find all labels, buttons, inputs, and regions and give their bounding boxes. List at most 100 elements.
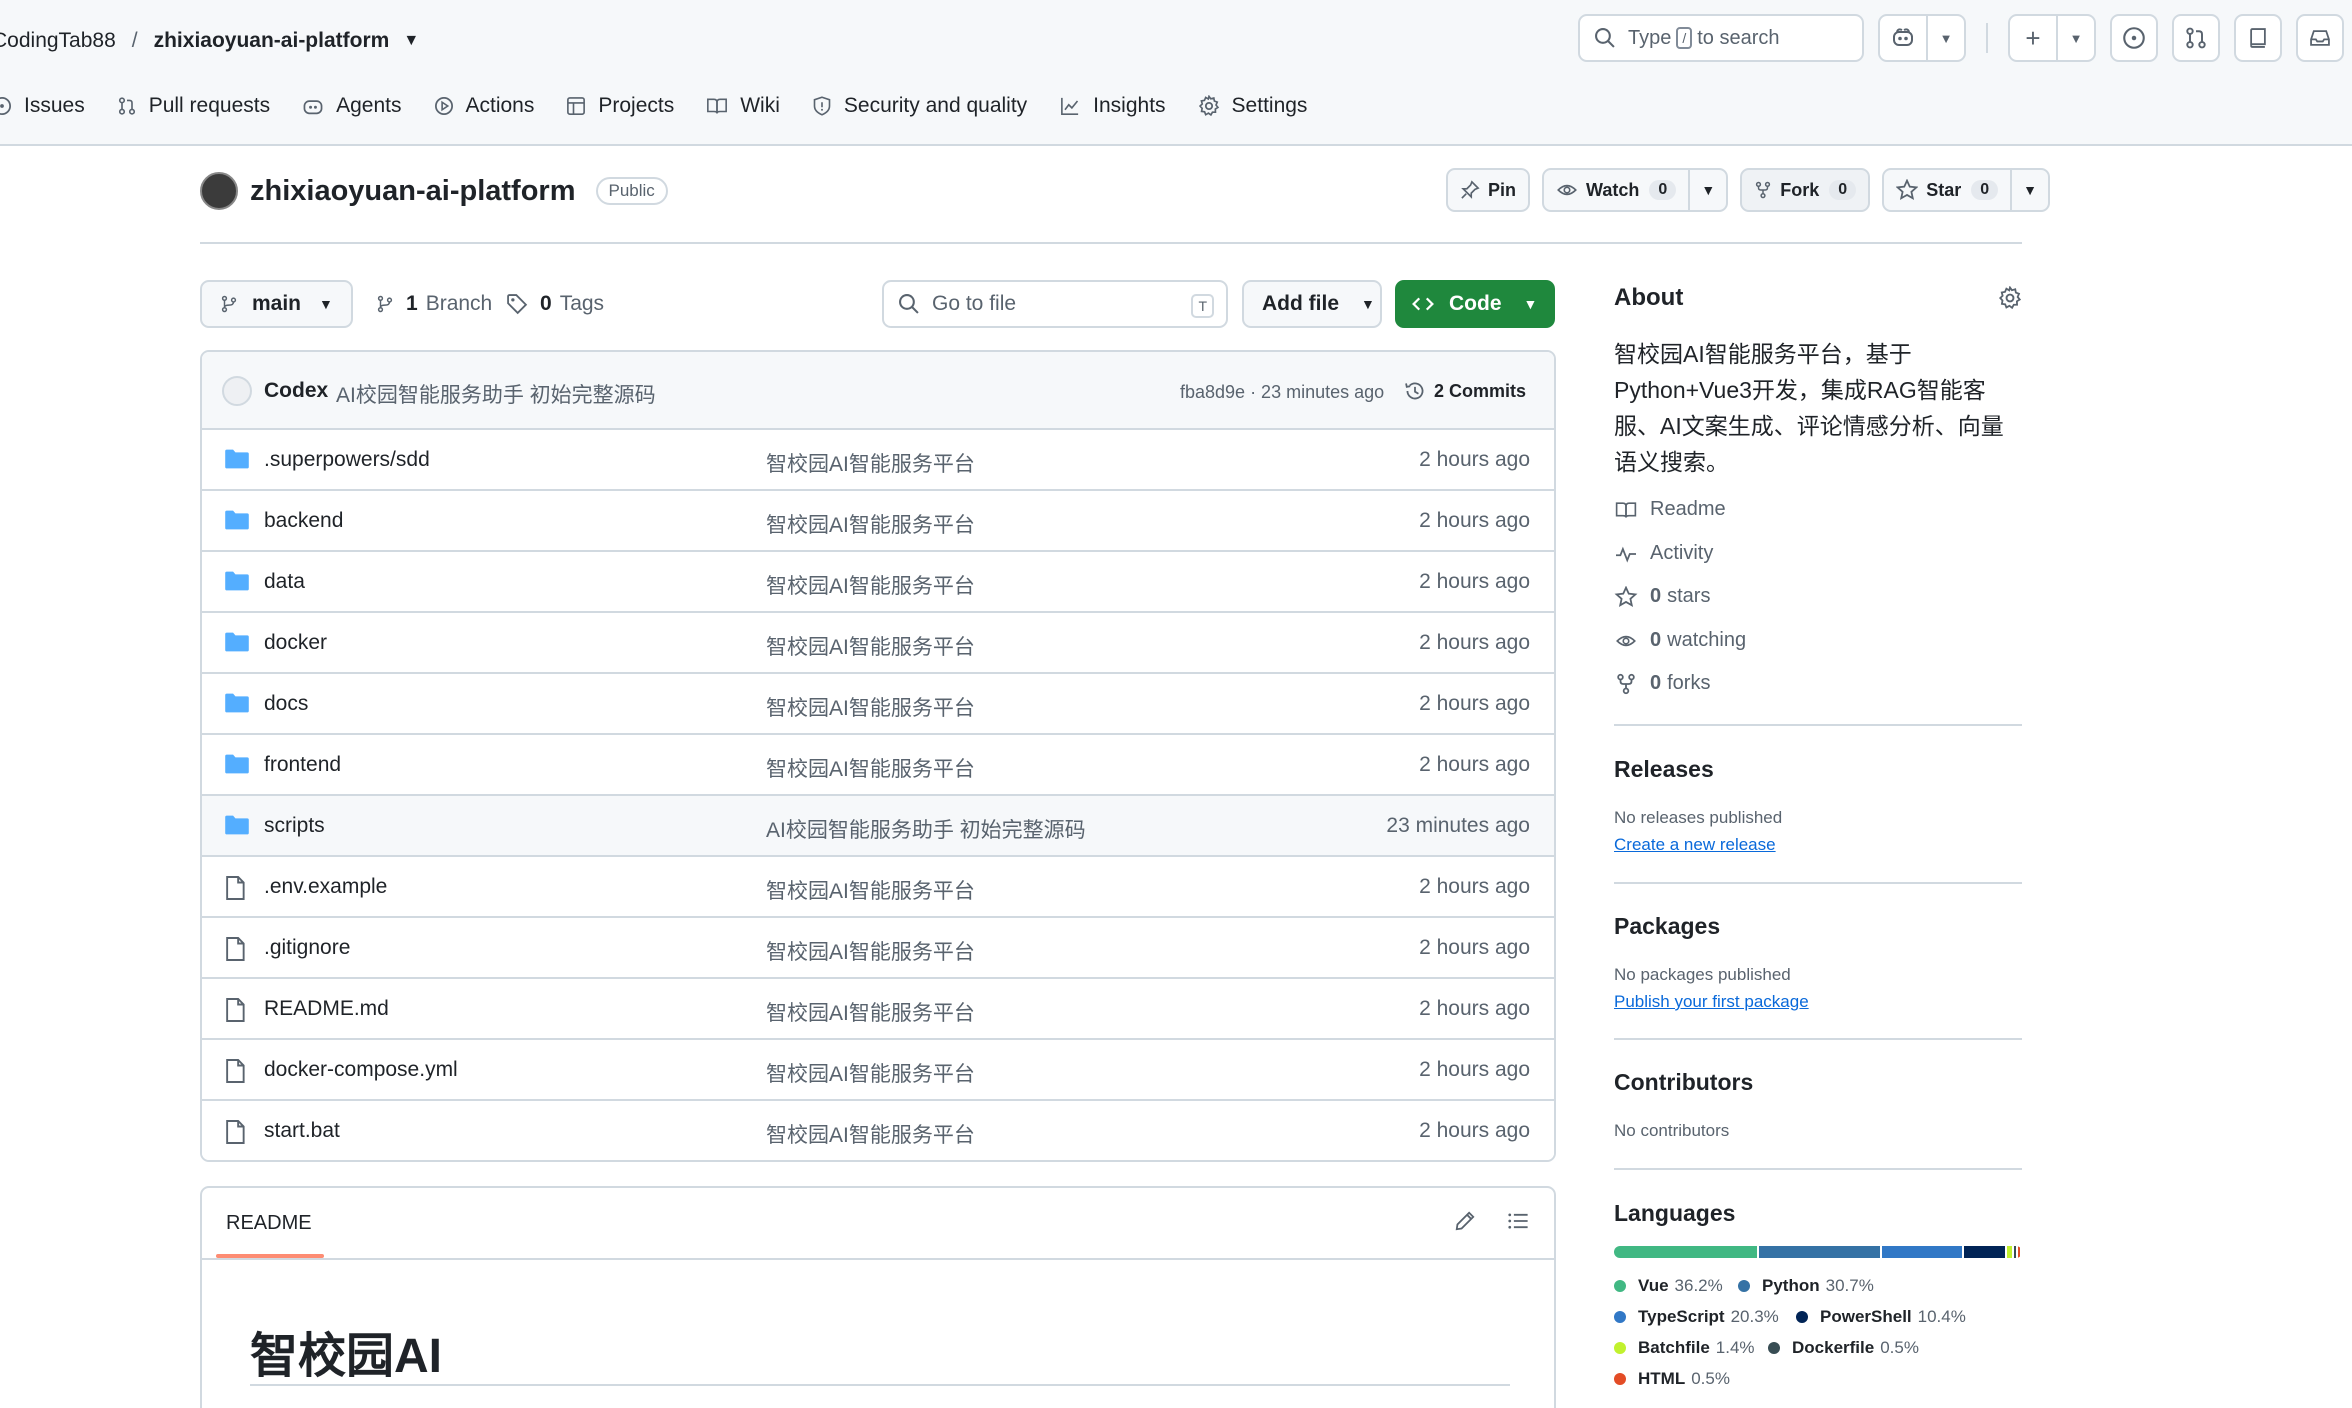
issues-button[interactable]: [2110, 14, 2158, 62]
fork-button[interactable]: Fork 0: [1740, 168, 1871, 212]
file-name[interactable]: docs: [264, 692, 308, 716]
pencil-icon[interactable]: [1454, 1210, 1476, 1238]
commit-author[interactable]: Codex: [264, 379, 328, 403]
chevron-down-icon[interactable]: ▼: [2010, 170, 2048, 210]
tab-security[interactable]: Security and quality: [812, 94, 1027, 118]
file-commit-message[interactable]: 智校园AI智能服务平台: [766, 753, 975, 783]
file-commit-message[interactable]: 智校园AI智能服务平台: [766, 692, 975, 722]
add-file-button[interactable]: Add file ▼: [1242, 280, 1382, 328]
language-item[interactable]: TypeScript 20.3%: [1614, 1307, 1779, 1327]
file-commit-message[interactable]: 智校园AI智能服务平台: [766, 875, 975, 905]
create-release-link[interactable]: Create a new release: [1614, 835, 1776, 855]
language-item[interactable]: Vue 36.2%: [1614, 1276, 1723, 1296]
owner-avatar[interactable]: [200, 172, 238, 210]
global-search-input[interactable]: Type / to search: [1578, 14, 1864, 62]
readme-link[interactable]: Readme: [1614, 498, 1726, 521]
file-name[interactable]: docker-compose.yml: [264, 1058, 458, 1082]
file-commit-message[interactable]: 智校园AI智能服务平台: [766, 1058, 975, 1088]
chevron-down-icon[interactable]: ▼: [403, 32, 419, 50]
language-item[interactable]: Python 30.7%: [1738, 1276, 1874, 1296]
table-row[interactable]: .env.example 智校园AI智能服务平台 2 hours ago: [202, 857, 1554, 918]
file-name[interactable]: .env.example: [264, 875, 387, 899]
stars-link[interactable]: 0 stars: [1614, 585, 1710, 608]
go-to-file-input[interactable]: Go to file T: [882, 280, 1228, 328]
branch-selector[interactable]: main ▼: [200, 280, 353, 328]
file-commit-message[interactable]: 智校园AI智能服务平台: [766, 1119, 975, 1149]
activity-link[interactable]: Activity: [1614, 542, 1713, 565]
watching-link[interactable]: 0 watching: [1614, 629, 1746, 652]
plus-icon[interactable]: +: [2010, 16, 2056, 60]
tab-actions[interactable]: Actions: [434, 94, 534, 118]
publish-package-link[interactable]: Publish your first package: [1614, 992, 1809, 1012]
table-row[interactable]: backend 智校园AI智能服务平台 2 hours ago: [202, 491, 1554, 552]
language-item[interactable]: HTML 0.5%: [1614, 1369, 1730, 1389]
file-name[interactable]: backend: [264, 509, 343, 533]
file-commit-message[interactable]: 智校园AI智能服务平台: [766, 448, 975, 478]
list-icon[interactable]: [1506, 1210, 1530, 1238]
table-row[interactable]: docs 智校园AI智能服务平台 2 hours ago: [202, 674, 1554, 735]
readme-tab[interactable]: README: [226, 1212, 312, 1235]
file-commit-message[interactable]: 智校园AI智能服务平台: [766, 936, 975, 966]
commits-link[interactable]: 2 Commits: [1404, 380, 1526, 402]
file-name[interactable]: .gitignore: [264, 936, 350, 960]
file-commit-message[interactable]: 智校园AI智能服务平台: [766, 997, 975, 1027]
star-icon: [1896, 179, 1919, 201]
table-row[interactable]: .gitignore 智校园AI智能服务平台 2 hours ago: [202, 918, 1554, 979]
commit-hash-time[interactable]: fba8d9e · 23 minutes ago: [1180, 382, 1384, 403]
table-row[interactable]: data 智校园AI智能服务平台 2 hours ago: [202, 552, 1554, 613]
code-button[interactable]: Code ▼: [1395, 280, 1555, 328]
pull-requests-button[interactable]: [2172, 14, 2220, 62]
tab-wiki[interactable]: Wiki: [706, 94, 780, 118]
branches-link[interactable]: 1 Branch: [376, 280, 492, 328]
copilot-button[interactable]: ▼: [1878, 14, 1966, 62]
contributors-title[interactable]: Contributors: [1614, 1069, 1753, 1096]
create-new-button[interactable]: + ▼: [2008, 14, 2096, 62]
watch-button[interactable]: Watch 0 ▼: [1542, 168, 1729, 212]
table-row[interactable]: docker 智校园AI智能服务平台 2 hours ago: [202, 613, 1554, 674]
gear-icon[interactable]: [1998, 285, 2022, 316]
file-name[interactable]: README.md: [264, 997, 389, 1021]
file-name[interactable]: docker: [264, 631, 327, 655]
tab-issues[interactable]: Issues: [0, 94, 85, 118]
pin-button[interactable]: Pin: [1446, 168, 1531, 212]
tab-agents[interactable]: Agents: [302, 94, 402, 118]
repositories-button[interactable]: [2234, 14, 2282, 62]
owner-link[interactable]: CodingTab88: [0, 29, 116, 53]
table-row[interactable]: docker-compose.yml 智校园AI智能服务平台 2 hours ago: [202, 1040, 1554, 1101]
table-row[interactable]: README.md 智校园AI智能服务平台 2 hours ago: [202, 979, 1554, 1040]
tab-pull-requests[interactable]: Pull requests: [117, 94, 270, 118]
table-row[interactable]: frontend 智校园AI智能服务平台 2 hours ago: [202, 735, 1554, 796]
language-item[interactable]: Batchfile 1.4%: [1614, 1338, 1755, 1358]
forks-link[interactable]: 0 forks: [1614, 672, 1710, 695]
copilot-icon[interactable]: [1880, 16, 1926, 60]
file-name[interactable]: scripts: [264, 814, 325, 838]
releases-title[interactable]: Releases: [1614, 756, 1714, 783]
file-name[interactable]: start.bat: [264, 1119, 340, 1143]
table-row[interactable]: .superpowers/sdd 智校园AI智能服务平台 2 hours ago: [202, 430, 1554, 491]
file-commit-message[interactable]: 智校园AI智能服务平台: [766, 509, 975, 539]
chevron-down-icon[interactable]: ▼: [1688, 170, 1726, 210]
table-row[interactable]: scripts AI校园智能服务助手 初始完整源码 23 minutes ago: [202, 796, 1554, 857]
tab-insights[interactable]: Insights: [1059, 94, 1166, 118]
language-item[interactable]: Dockerfile 0.5%: [1768, 1338, 1919, 1358]
table-row[interactable]: start.bat 智校园AI智能服务平台 2 hours ago: [202, 1101, 1554, 1160]
file-name[interactable]: frontend: [264, 753, 341, 777]
tab-projects[interactable]: Projects: [566, 94, 674, 118]
inbox-button[interactable]: [2296, 14, 2344, 62]
packages-title[interactable]: Packages: [1614, 913, 1720, 940]
commit-message[interactable]: AI校园智能服务助手 初始完整源码: [336, 379, 656, 409]
language-item[interactable]: PowerShell 10.4%: [1796, 1307, 1966, 1327]
file-name[interactable]: data: [264, 570, 305, 594]
file-name[interactable]: .superpowers/sdd: [264, 448, 430, 472]
file-commit-message[interactable]: 智校园AI智能服务平台: [766, 570, 975, 600]
chevron-down-icon[interactable]: ▼: [1926, 16, 1964, 60]
repo-name[interactable]: zhixiaoyuan-ai-platform: [250, 175, 576, 208]
file-commit-message[interactable]: AI校园智能服务助手 初始完整源码: [766, 814, 1086, 844]
tags-link[interactable]: 0 Tags: [506, 280, 604, 328]
commit-author-avatar[interactable]: [222, 376, 252, 406]
star-button[interactable]: Star 0 ▼: [1882, 168, 2051, 212]
tab-settings[interactable]: Settings: [1198, 94, 1307, 118]
chevron-down-icon[interactable]: ▼: [2056, 16, 2094, 60]
file-commit-message[interactable]: 智校园AI智能服务平台: [766, 631, 975, 661]
repo-link[interactable]: zhixiaoyuan-ai-platform: [154, 29, 390, 53]
